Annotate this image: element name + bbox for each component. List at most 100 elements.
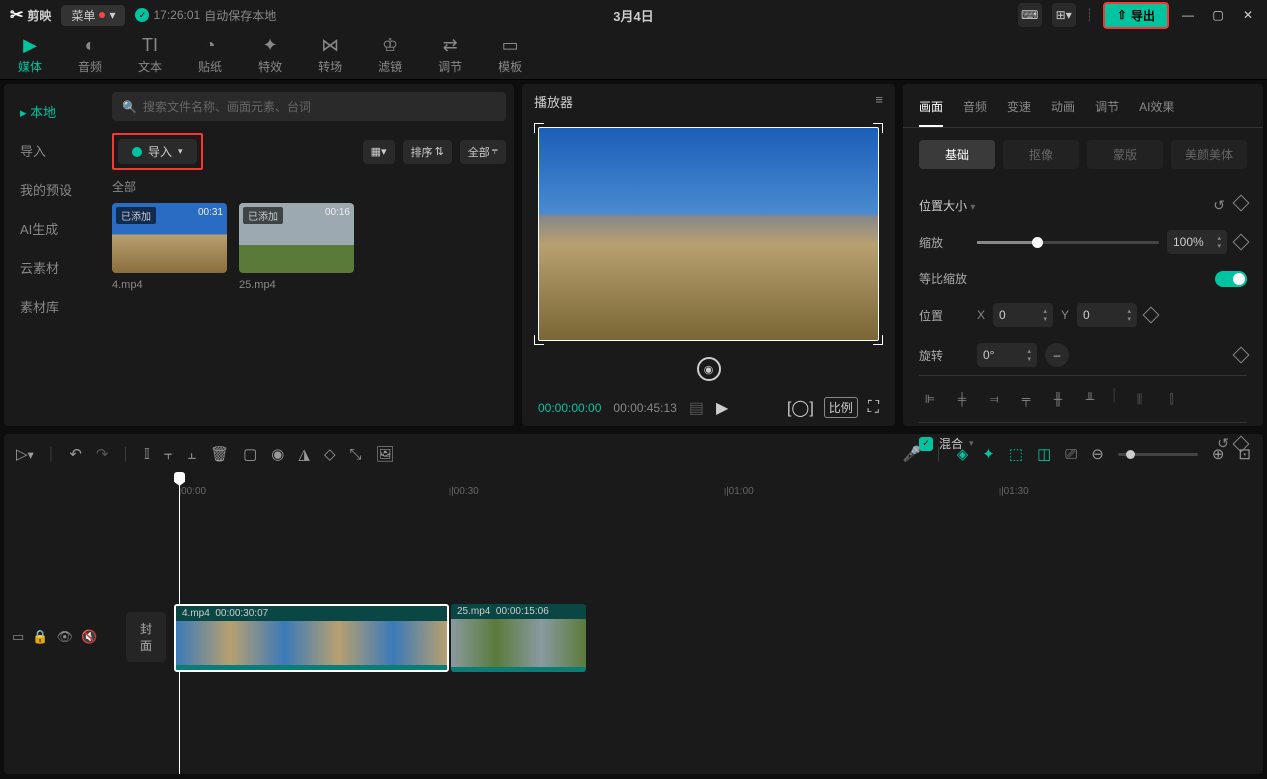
sub-tab-cutout[interactable]: 抠像 (1003, 140, 1079, 169)
layout-icon[interactable]: ⊞▾ (1052, 3, 1076, 27)
prop-tab-video[interactable]: 画面 (919, 88, 943, 127)
sidebar-item-cloud[interactable]: 云素材 (4, 248, 104, 287)
zoom-slider[interactable] (1118, 453, 1198, 456)
keyframe-icon[interactable] (1233, 195, 1250, 212)
prop-tab-anim[interactable]: 动画 (1051, 88, 1075, 127)
crop-tool[interactable]: ⤡ (349, 446, 361, 463)
rotation-input[interactable]: 0°▴▾ (977, 343, 1037, 367)
sidebar-item-local[interactable]: 本地 (4, 92, 104, 131)
minimize-button[interactable]: — (1179, 6, 1197, 24)
zoom-in-icon[interactable]: ⊕ (1212, 445, 1225, 463)
magnet-tool[interactable]: ◈ (957, 445, 969, 463)
align-center-h-icon[interactable]: ╪ (951, 388, 973, 410)
reset-icon[interactable]: ↺ (1213, 197, 1225, 214)
delete-tool[interactable]: 🗑 (210, 445, 229, 463)
track-mute-icon[interactable]: 🔇 (81, 628, 97, 646)
timeline-clip[interactable]: 4.mp4 00:00:30:07 (174, 604, 449, 672)
split-right-tool[interactable]: ⫠ (187, 446, 196, 463)
prop-tab-adjust[interactable]: 调节 (1095, 88, 1119, 127)
split-tool[interactable]: 𝕀 (144, 445, 150, 463)
caption-tool[interactable]: 🖼 (376, 445, 395, 463)
rotation-dial[interactable]: – (1045, 343, 1069, 367)
export-button[interactable]: ⇧ 导出 (1103, 2, 1169, 29)
align-right-icon[interactable]: ⫤ (983, 388, 1005, 410)
pos-y-input[interactable]: 0▴▾ (1077, 303, 1137, 327)
sub-tab-basic[interactable]: 基础 (919, 140, 995, 169)
track-lock-icon[interactable]: 🔒 (32, 628, 48, 646)
resize-handle[interactable] (534, 335, 544, 345)
mirror-tool[interactable]: ◮ (298, 445, 310, 463)
player-center-control[interactable]: ◉ (697, 357, 721, 381)
filter-all-button[interactable]: 全部 ⫧ (460, 140, 506, 164)
list-icon[interactable]: ▤ (689, 398, 704, 418)
menu-button[interactable]: 菜单 ▾ (61, 5, 125, 26)
fullscreen-button[interactable]: ⛶ (868, 399, 879, 417)
marker-tool[interactable]: ⎚ (1065, 446, 1077, 463)
keyframe-icon[interactable] (1143, 307, 1160, 324)
resize-handle[interactable] (534, 123, 544, 133)
close-button[interactable]: ✕ (1239, 6, 1257, 24)
pointer-tool[interactable]: ▷▾ (16, 445, 34, 463)
tab-template[interactable]: ▭模板 (492, 31, 528, 79)
media-clip[interactable]: 已添加 00:16 25.mp4 (239, 203, 354, 291)
tab-adjust[interactable]: ⇄调节 (432, 31, 468, 79)
mic-icon[interactable]: 🎤 (903, 445, 922, 463)
resize-handle[interactable] (873, 123, 883, 133)
search-input[interactable]: 🔍 搜索文件名称、画面元素、台词 (112, 92, 506, 121)
tab-effects[interactable]: ✦特效 (252, 31, 288, 79)
sidebar-item-ai[interactable]: AI生成 (4, 209, 104, 248)
undo-button[interactable]: ↶ (69, 445, 82, 463)
sort-button[interactable]: 排序 ⇅ (403, 140, 452, 164)
sub-tab-mask[interactable]: 蒙版 (1087, 140, 1163, 169)
tab-audio[interactable]: ◐音频 (72, 31, 108, 79)
view-grid-button[interactable]: ▦▾ (363, 140, 395, 164)
timeline-ruler[interactable]: 00:00 |00:30 |01:00 |01:30 (174, 474, 1263, 504)
zoom-out-icon[interactable]: ⊖ (1091, 445, 1104, 463)
tab-transition[interactable]: ⋈转场 (312, 31, 348, 79)
keyframe-icon[interactable] (1233, 234, 1250, 251)
keyboard-icon[interactable]: ⌨ (1018, 3, 1042, 27)
maximize-button[interactable]: ▢ (1209, 6, 1227, 24)
tab-filter[interactable]: ♔滤镜 (372, 31, 408, 79)
tab-text[interactable]: TI文本 (132, 31, 168, 79)
align-bottom-icon[interactable]: ╨ (1079, 388, 1101, 410)
distribute-v-icon[interactable]: ⫿ (1161, 388, 1183, 410)
player-menu-icon[interactable]: ≡ (875, 92, 883, 111)
resize-handle[interactable] (873, 335, 883, 345)
align-center-v-icon[interactable]: ╫ (1047, 388, 1069, 410)
link-tool[interactable]: ⬚ (1009, 445, 1023, 463)
ratio-button[interactable]: 比例 (824, 397, 858, 418)
record-tool[interactable]: ◉ (271, 445, 284, 463)
scale-slider[interactable] (977, 241, 1159, 244)
frame-tool[interactable]: ▢ (243, 445, 257, 463)
prop-tab-ai[interactable]: AI效果 (1139, 88, 1174, 127)
track-visibility-icon[interactable]: 👁 (56, 628, 73, 646)
video-preview[interactable] (538, 127, 879, 341)
pos-x-input[interactable]: 0▴▾ (993, 303, 1053, 327)
tab-media[interactable]: ▶媒体 (12, 31, 48, 79)
play-button[interactable]: ▶ (716, 398, 728, 418)
align-top-icon[interactable]: ╤ (1015, 388, 1037, 410)
sidebar-item-library[interactable]: 素材库 (4, 287, 104, 326)
scale-button[interactable]: [◯] (787, 398, 814, 418)
tab-sticker[interactable]: ◔贴纸 (192, 31, 228, 79)
import-button[interactable]: 导入 ▾ (118, 139, 197, 164)
sidebar-item-import[interactable]: 导入 (4, 131, 104, 170)
scale-input[interactable]: 100%▴▾ (1167, 230, 1227, 254)
preview-tool[interactable]: ◫ (1037, 445, 1051, 463)
media-clip[interactable]: 已添加 00:31 4.mp4 (112, 203, 227, 291)
distribute-h-icon[interactable]: ⫼ (1129, 388, 1151, 410)
align-left-icon[interactable]: ⊫ (919, 388, 941, 410)
timeline-clip[interactable]: 25.mp4 00:00:15:06 (451, 604, 586, 672)
split-left-tool[interactable]: ⫟ (164, 446, 173, 463)
cover-button[interactable]: 封面 (126, 612, 166, 662)
sub-tab-beauty[interactable]: 美颜美体 (1171, 140, 1247, 169)
redo-button[interactable]: ↷ (96, 445, 109, 463)
track-collapse-icon[interactable]: ▭ (12, 628, 24, 646)
prop-tab-speed[interactable]: 变速 (1007, 88, 1031, 127)
prop-tab-audio[interactable]: 音频 (963, 88, 987, 127)
uniform-toggle[interactable] (1215, 271, 1247, 287)
keyframe-icon[interactable] (1233, 347, 1250, 364)
rotate-tool[interactable]: ◇ (324, 445, 336, 463)
snap-tool[interactable]: ✦ (982, 445, 995, 463)
